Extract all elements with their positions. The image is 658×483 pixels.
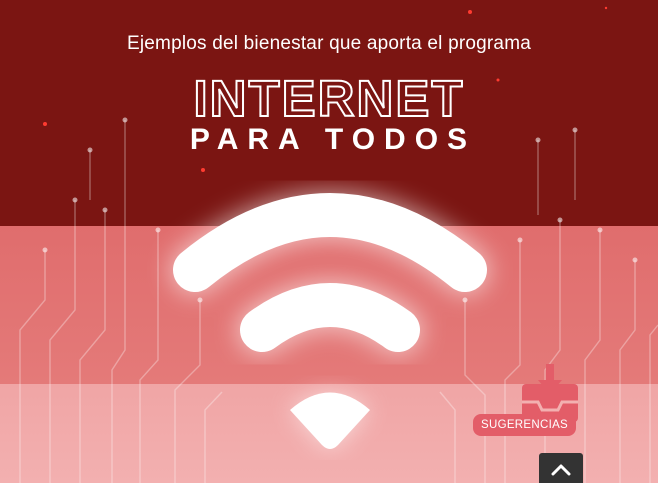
logo-internet-text: INTERNET (194, 72, 465, 122)
chevron-up-icon[interactable] (551, 464, 571, 476)
suggestions-button[interactable]: SUGERENCIAS (473, 414, 577, 436)
logo-internet: INTERNET (193, 72, 465, 122)
logo-para-todos: PARA TODOS (189, 123, 477, 156)
back-to-top-button[interactable] (539, 453, 583, 483)
hero-banner: Ejemplos del bienestar que aporta el pro… (0, 0, 658, 483)
suggestions-widget[interactable]: SUGERENCIAS (470, 362, 580, 438)
banner-subtitle: Ejemplos del bienestar que aporta el pro… (126, 33, 531, 54)
wifi-icon (170, 190, 490, 449)
